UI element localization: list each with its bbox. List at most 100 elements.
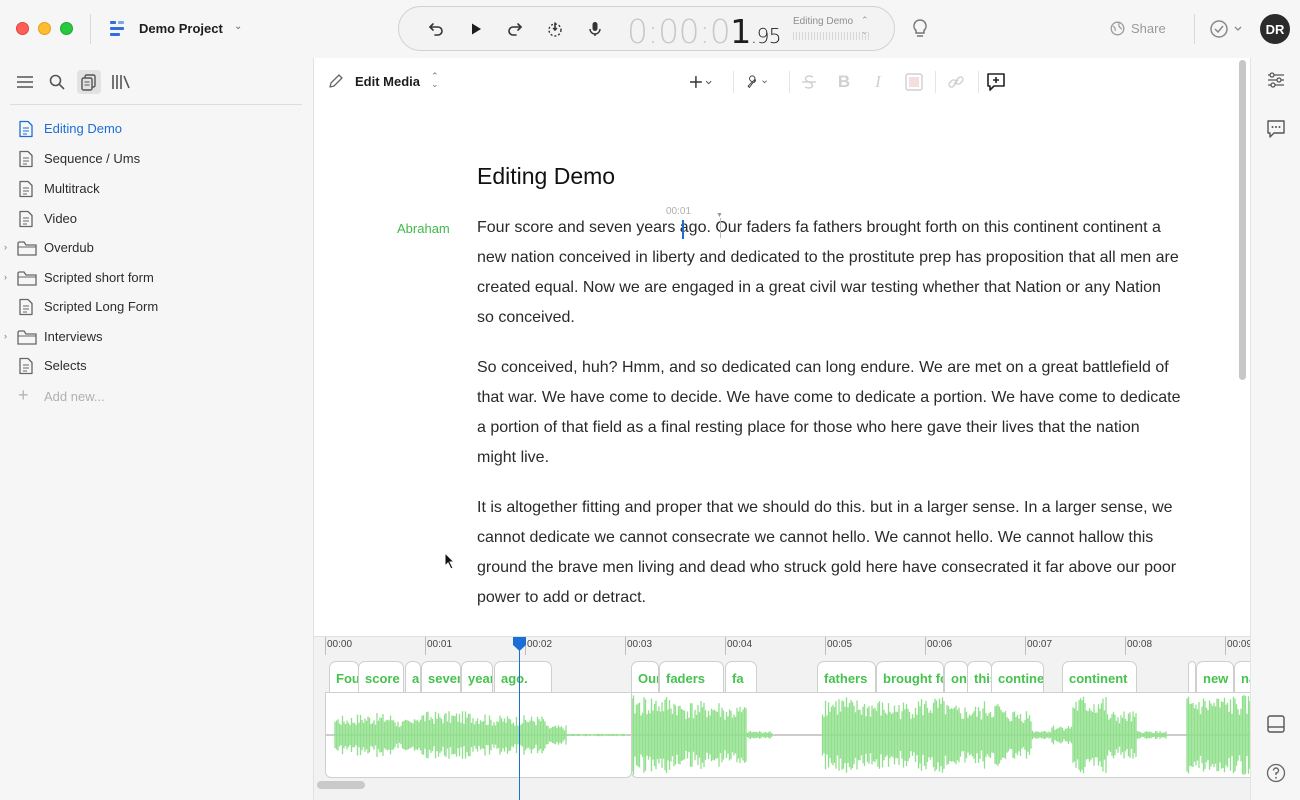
add-plus-icon[interactable]: [690, 71, 712, 93]
timeline-word[interactable]: new: [1196, 661, 1234, 693]
timeline-word[interactable]: Our: [631, 661, 659, 693]
lightbulb-icon[interactable]: [910, 18, 930, 40]
sidebar-item-label: Sequence / Ums: [44, 151, 141, 166]
document-icon: [19, 210, 33, 228]
loop-icon[interactable]: [545, 19, 565, 39]
sidebar-item-label: Video: [44, 211, 78, 226]
timeline-word[interactable]: ago.: [494, 661, 552, 693]
timeline-word[interactable]: on: [944, 661, 968, 693]
sidebar-item-label: Overdub: [44, 240, 94, 255]
add-comment-icon[interactable]: [985, 71, 1007, 93]
sidebar: Editing Demo Sequence / Ums Multitrack Vide…: [0, 58, 313, 800]
sidebar-item-sequence-ums[interactable]: Sequence / Ums: [0, 146, 313, 172]
bold-icon[interactable]: B: [833, 71, 855, 93]
timeline-word[interactable]: seven: [421, 661, 461, 693]
sidebar-item-scripted-short-form[interactable]: › Scripted short form: [0, 265, 313, 291]
vertical-scrollbar[interactable]: [1239, 60, 1246, 380]
documents-icon[interactable]: [77, 70, 101, 94]
timecode-seconds: 1: [730, 12, 751, 51]
sidebar-item-selects[interactable]: Selects: [0, 353, 313, 379]
chevron-right-icon[interactable]: ›: [4, 272, 7, 282]
time-ruler[interactable]: 00:00 00:01 00:02 00:03 00:04 00:05 00:06 00:07…: [314, 637, 1252, 655]
italic-icon[interactable]: I: [867, 71, 889, 93]
ruler-tick: [1125, 637, 1126, 655]
waveform-clip[interactable]: [631, 692, 1251, 778]
minimize-window-button[interactable]: [38, 22, 51, 35]
share-button[interactable]: Share: [1110, 21, 1166, 36]
timeline-word[interactable]: Four: [329, 661, 359, 693]
sidebar-item-scripted-long-form[interactable]: Scripted Long Form: [0, 294, 313, 320]
timeline-toggle-icon[interactable]: [1265, 713, 1287, 735]
ruler-tick: [625, 637, 626, 655]
sidebar-item-interviews[interactable]: › Interviews: [0, 324, 313, 350]
timeline-word[interactable]: years: [461, 661, 493, 693]
wrench-icon[interactable]: [746, 71, 768, 93]
play-icon[interactable]: [466, 19, 486, 39]
folder-icon: [17, 271, 37, 286]
check-circle-icon[interactable]: [1209, 19, 1245, 39]
timeline-word[interactable]: continent: [1062, 661, 1137, 693]
waveform-samples: [632, 695, 1251, 775]
hamburger-menu-icon[interactable]: [13, 70, 37, 94]
search-icon[interactable]: [45, 70, 69, 94]
zoom-window-button[interactable]: [60, 22, 73, 35]
sidebar-divider: [10, 104, 302, 105]
timeline-word[interactable]: nation: [1234, 661, 1251, 693]
sidebar-item-multitrack[interactable]: Multitrack: [0, 176, 313, 202]
updown-chevron-icon[interactable]: ⌃ ⌄: [431, 72, 439, 89]
playhead-handle[interactable]: [513, 637, 526, 651]
transcript-paragraph[interactable]: So conceived, huh? Hmm, and so dedicated…: [477, 353, 1182, 473]
ruler-tick: [425, 637, 426, 655]
composition-name[interactable]: Editing Demo: [793, 16, 853, 27]
ruler-tick: [1225, 637, 1226, 655]
ruler-tick-label: 00:02: [527, 639, 553, 650]
document-icon: [19, 120, 33, 138]
highlight-color-icon[interactable]: [903, 71, 925, 93]
user-avatar[interactable]: DR: [1260, 14, 1290, 44]
strikethrough-icon[interactable]: [798, 71, 820, 93]
timeline-word[interactable]: score: [358, 661, 404, 693]
sidebar-item-label: Scripted short form: [44, 270, 154, 285]
edit-mode-label[interactable]: Edit Media: [355, 74, 420, 89]
redo-icon[interactable]: [505, 19, 525, 39]
transcript-paragraph[interactable]: Four score and seven years ago. Our fade…: [477, 213, 1182, 333]
speaker-label[interactable]: Abraham: [397, 221, 450, 236]
chevron-right-icon[interactable]: ›: [4, 331, 7, 341]
ruler-tick: [1025, 637, 1026, 655]
chevron-right-icon[interactable]: ›: [4, 242, 7, 252]
ruler-tick-label: 00:00: [327, 639, 353, 650]
undo-icon[interactable]: [426, 19, 446, 39]
transport-bar: 0:00:01.95 Editing Demo ⌃ ⌄: [398, 6, 895, 51]
project-name[interactable]: Demo Project: [139, 21, 223, 36]
properties-sliders-icon[interactable]: [1265, 69, 1287, 91]
timeline-word[interactable]: and: [405, 661, 421, 693]
playhead[interactable]: [519, 637, 520, 800]
document-icon: [19, 357, 33, 375]
horizontal-scrollbar[interactable]: [317, 781, 365, 789]
document-icon: [19, 298, 33, 316]
chevron-down-icon[interactable]: ⌄: [234, 21, 242, 32]
waveform-clip[interactable]: [325, 692, 632, 778]
timeline-word[interactable]: fa: [725, 661, 757, 693]
library-icon[interactable]: [109, 70, 133, 94]
timeline-word[interactable]: faders: [659, 661, 724, 693]
timeline-word[interactable]: this: [967, 661, 992, 693]
sidebar-item-overdub[interactable]: › Overdub: [0, 235, 313, 261]
link-icon[interactable]: [945, 71, 967, 93]
help-icon[interactable]: [1265, 762, 1287, 784]
ruler-tick-label: 00:04: [727, 639, 753, 650]
sidebar-item-editing-demo[interactable]: Editing Demo: [0, 116, 313, 142]
microphone-icon[interactable]: [585, 19, 605, 39]
transcript-paragraph[interactable]: It is altogether fitting and proper that…: [477, 493, 1182, 613]
pencil-icon[interactable]: [328, 73, 344, 89]
timeline-word[interactable]: a: [1188, 661, 1196, 693]
sidebar-item-video[interactable]: Video: [0, 206, 313, 232]
timeline-word[interactable]: brought forth: [876, 661, 944, 693]
timeline-word[interactable]: fathers: [817, 661, 876, 693]
add-new-composition[interactable]: + Add new...: [0, 384, 313, 410]
comments-icon[interactable]: [1265, 118, 1287, 140]
word-track: Fourscoreandsevenyearsago. Ourfadersfa fat…: [314, 661, 1251, 693]
timeline-word[interactable]: continent: [991, 661, 1044, 693]
close-window-button[interactable]: [16, 22, 29, 35]
mouse-pointer-icon: [444, 552, 456, 570]
